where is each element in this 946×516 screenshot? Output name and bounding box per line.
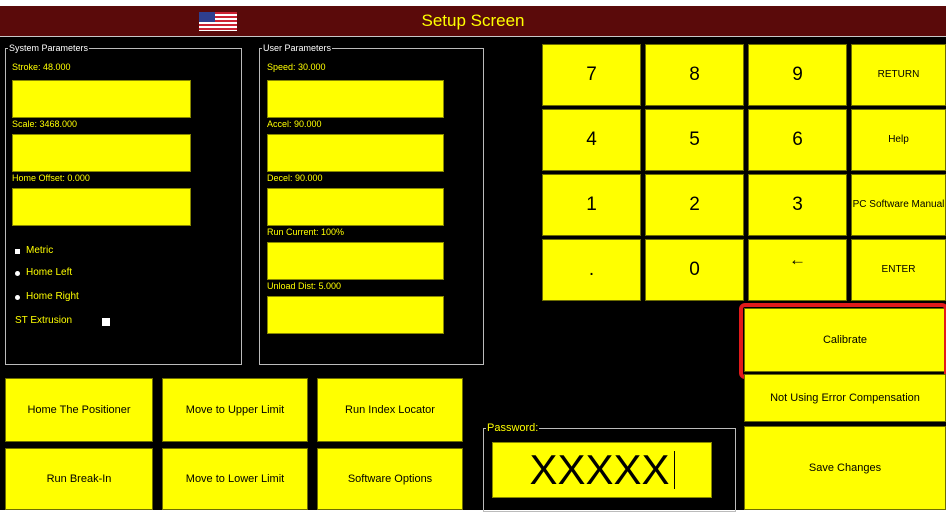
error-compensation-button[interactable]: Not Using Error Compensation (744, 374, 946, 422)
stroke-label: Stroke: 48.000 (12, 62, 71, 72)
system-parameters-legend: System Parameters (9, 43, 89, 53)
setup-screen: Setup Screen System Parameters Stroke: 4… (0, 6, 946, 512)
key-decimal[interactable]: . (542, 239, 641, 301)
key-9[interactable]: 9 (748, 44, 847, 106)
home-right-radio[interactable] (15, 295, 20, 300)
home-left-label: Home Left (26, 267, 73, 278)
metric-checkbox[interactable] (15, 249, 20, 254)
key-4[interactable]: 4 (542, 109, 641, 171)
speed-field[interactable] (267, 80, 444, 118)
decel-field[interactable] (267, 188, 444, 226)
password-value: XXXXX (529, 446, 670, 493)
key-8[interactable]: 8 (645, 44, 744, 106)
backspace-arrow-icon: ← (789, 250, 806, 269)
unload-dist-label: Unload Dist: 5.000 (267, 281, 342, 291)
st-extrusion-label: ST Extrusion (15, 315, 73, 326)
stroke-field[interactable] (12, 80, 191, 118)
accel-label: Accel: 90.000 (267, 119, 322, 129)
password-input[interactable]: XXXXX (492, 442, 712, 498)
metric-label: Metric (26, 245, 54, 256)
decel-label: Decel: 90.000 (267, 173, 323, 183)
key-0[interactable]: 0 (645, 239, 744, 301)
key-7[interactable]: 7 (542, 44, 641, 106)
text-caret (673, 451, 675, 489)
calibrate-highlight (739, 303, 946, 379)
password-legend: Password: (487, 422, 539, 434)
home-offset-field[interactable] (12, 188, 191, 226)
help-button[interactable]: Help (851, 109, 946, 171)
key-1[interactable]: 1 (542, 174, 641, 236)
home-right-label: Home Right (26, 291, 79, 302)
home-left-radio[interactable] (15, 271, 20, 276)
scale-label: Scale: 3468.000 (12, 119, 78, 129)
save-changes-button[interactable]: Save Changes (744, 426, 946, 510)
key-6[interactable]: 6 (748, 109, 847, 171)
run-current-label: Run Current: 100% (267, 227, 345, 237)
unload-dist-field[interactable] (267, 296, 444, 334)
return-button[interactable]: RETURN (851, 44, 946, 106)
pc-software-manual-button[interactable]: PC Software Manual (851, 174, 946, 236)
backspace-button[interactable]: ← (748, 239, 847, 301)
accel-field[interactable] (267, 134, 444, 172)
home-positioner-button[interactable]: Home The Positioner (5, 378, 153, 442)
key-3[interactable]: 3 (748, 174, 847, 236)
home-offset-label: Home Offset: 0.000 (12, 173, 90, 183)
run-index-locator-button[interactable]: Run Index Locator (317, 378, 463, 442)
enter-button[interactable]: ENTER (851, 239, 946, 301)
scale-field[interactable] (12, 134, 191, 172)
run-current-field[interactable] (267, 242, 444, 280)
move-lower-limit-button[interactable]: Move to Lower Limit (162, 448, 308, 510)
run-break-in-button[interactable]: Run Break-In (5, 448, 153, 510)
user-parameters-legend: User Parameters (263, 43, 332, 53)
key-2[interactable]: 2 (645, 174, 744, 236)
st-extrusion-checkbox[interactable] (102, 318, 110, 326)
title-bar: Setup Screen (0, 6, 946, 36)
page-title: Setup Screen (421, 11, 525, 30)
speed-label: Speed: 30.000 (267, 62, 326, 72)
title-divider (0, 36, 946, 37)
move-upper-limit-button[interactable]: Move to Upper Limit (162, 378, 308, 442)
key-5[interactable]: 5 (645, 109, 744, 171)
software-options-button[interactable]: Software Options (317, 448, 463, 510)
